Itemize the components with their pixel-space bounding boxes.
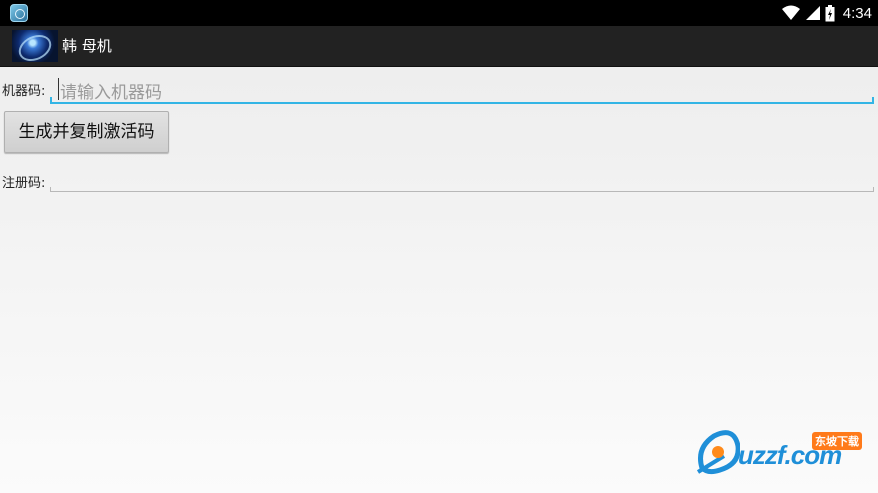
status-indicators: 4:34 [781, 0, 872, 26]
watermark-logo-icon [696, 430, 740, 475]
battery-icon [825, 4, 835, 21]
uzzf-watermark: uzzf.com 东坡下载 [694, 428, 874, 478]
status-bar: 4:34 [0, 0, 878, 26]
status-time: 4:34 [842, 4, 872, 22]
watermark-badge: 东坡下载 [812, 432, 862, 450]
wifi-icon [781, 5, 800, 20]
generate-copy-activation-button[interactable]: 生成并复制激活码 [4, 111, 169, 153]
machine-code-placeholder: 请输入机器码 [60, 83, 162, 103]
machine-code-input[interactable]: 请输入机器码 [50, 74, 874, 104]
app-logo[interactable] [12, 30, 58, 62]
signal-icon [805, 6, 820, 20]
register-code-field[interactable] [50, 162, 874, 192]
machine-code-label: 机器码: [2, 84, 46, 99]
notification-app-icon [10, 4, 28, 22]
app-title: 韩 母机 [62, 37, 112, 55]
action-bar: 韩 母机 [0, 26, 878, 67]
register-code-label: 注册码: [2, 176, 46, 191]
text-cursor [58, 78, 59, 100]
